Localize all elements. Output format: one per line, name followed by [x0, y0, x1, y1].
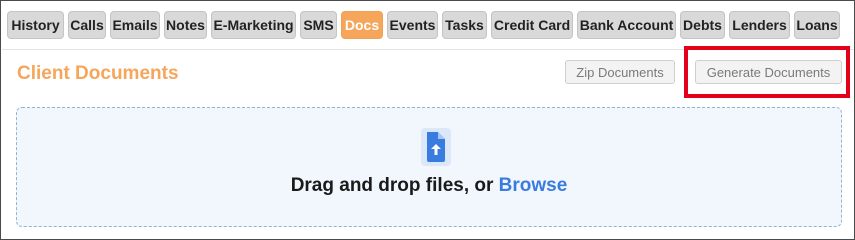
- section-title: Client Documents: [17, 63, 179, 84]
- browse-link[interactable]: Browse: [499, 175, 568, 196]
- tab-calls[interactable]: Calls: [68, 11, 106, 39]
- highlight-box: [684, 46, 850, 98]
- docs-panel: History Calls Emails Notes E-Marketing S…: [0, 0, 855, 240]
- tab-debts[interactable]: Debts: [680, 11, 725, 39]
- tab-credit-card[interactable]: Credit Card: [491, 11, 573, 39]
- tab-lenders[interactable]: Lenders: [729, 11, 790, 39]
- file-upload-icon: [421, 128, 451, 166]
- tab-events[interactable]: Events: [387, 11, 438, 39]
- tab-bar: History Calls Emails Notes E-Marketing S…: [7, 11, 840, 41]
- tab-bank-account[interactable]: Bank Account: [577, 11, 676, 39]
- file-dropzone[interactable]: Drag and drop files, or Browse: [16, 107, 842, 227]
- tab-e-marketing[interactable]: E-Marketing: [211, 11, 296, 39]
- zip-documents-button[interactable]: Zip Documents: [565, 60, 675, 84]
- tab-tasks[interactable]: Tasks: [442, 11, 487, 39]
- tab-docs[interactable]: Docs: [341, 11, 383, 39]
- dropzone-text: Drag and drop files, or Browse: [17, 175, 841, 197]
- tab-emails[interactable]: Emails: [110, 11, 160, 39]
- tab-loans[interactable]: Loans: [794, 11, 840, 39]
- dropzone-instruction: Drag and drop files, or: [290, 175, 494, 196]
- tab-notes[interactable]: Notes: [164, 11, 207, 39]
- tab-sms[interactable]: SMS: [300, 11, 337, 39]
- tab-history[interactable]: History: [7, 11, 64, 39]
